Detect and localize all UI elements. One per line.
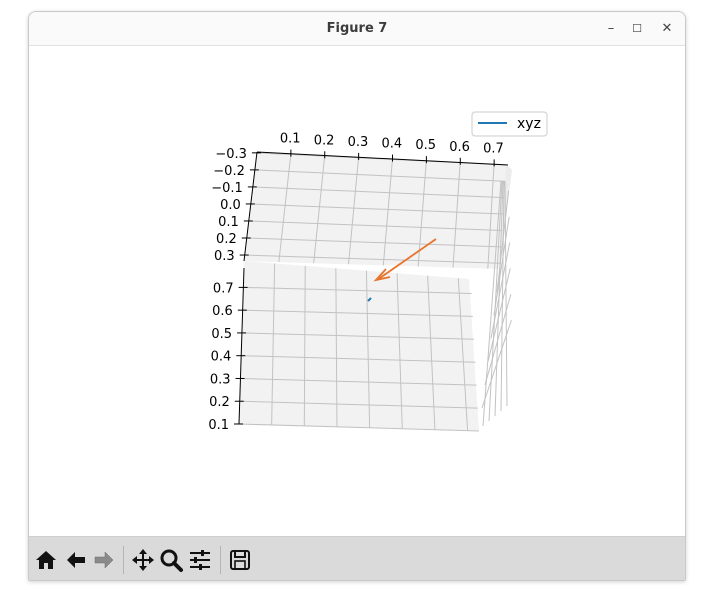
x-tick-label: 0.3 — [348, 135, 369, 150]
figure-window: Figure 7 – ☐ ✕ 0.1 0.2 0.3 0.4 0.5 0.6 0.7 −0.3… — [28, 11, 686, 581]
y-tick-label: 0.3 — [214, 249, 235, 264]
z-tick-label: 0.2 — [209, 395, 230, 410]
z-tick-label: 0.6 — [212, 304, 233, 319]
figure-canvas[interactable]: 0.1 0.2 0.3 0.4 0.5 0.6 0.7 −0.3 −0.2 −0.1 0.0 0.1 0… — [29, 46, 685, 536]
legend: xyz — [471, 111, 548, 137]
x-tick-label: 0.6 — [449, 140, 470, 155]
back-arrow-icon[interactable] — [63, 547, 89, 573]
zoom-icon[interactable] — [158, 547, 184, 573]
x-tick-label: 0.1 — [280, 132, 301, 147]
navigation-toolbar — [29, 536, 685, 580]
z-tick-label: 0.5 — [211, 327, 232, 342]
y-tick-label: 0.0 — [220, 198, 241, 213]
x-tick-label: 0.7 — [483, 141, 504, 156]
configure-subplots-icon[interactable] — [187, 547, 213, 573]
y-tick-label: −0.1 — [211, 181, 243, 196]
close-button[interactable]: ✕ — [658, 20, 676, 38]
back-pane — [244, 152, 506, 269]
save-icon[interactable] — [227, 547, 253, 573]
z-tick-label: 0.7 — [213, 281, 234, 296]
x-tick-label: 0.5 — [415, 138, 436, 153]
y-tick-label: −0.2 — [213, 164, 245, 179]
y-tick-label: 0.1 — [218, 215, 239, 230]
title-bar[interactable]: Figure 7 – ☐ ✕ — [29, 12, 685, 46]
home-icon[interactable] — [33, 547, 59, 573]
legend-label-xyz: xyz — [517, 116, 541, 132]
x-tick-label: 0.2 — [314, 133, 335, 148]
z-tick-label: 0.3 — [210, 372, 231, 387]
y-tick-label: −0.3 — [215, 147, 247, 162]
x-tick-label: 0.4 — [382, 137, 403, 152]
maximize-button[interactable]: ☐ — [628, 20, 646, 38]
bottom-pane — [239, 261, 479, 431]
z-tick-label: 0.1 — [208, 418, 229, 433]
toolbar-separator — [220, 546, 221, 574]
minimize-button[interactable]: – — [602, 20, 620, 38]
3d-axes[interactable]: 0.1 0.2 0.3 0.4 0.5 0.6 0.7 −0.3 −0.2 −0.1 0.0 0.1 0… — [29, 46, 685, 536]
window-title: Figure 7 — [326, 21, 388, 36]
z-tick-label: 0.4 — [211, 350, 232, 365]
forward-arrow-icon[interactable] — [91, 547, 117, 573]
y-tick-label: 0.2 — [216, 232, 237, 247]
toolbar-separator — [123, 546, 124, 574]
pan-icon[interactable] — [130, 547, 156, 573]
